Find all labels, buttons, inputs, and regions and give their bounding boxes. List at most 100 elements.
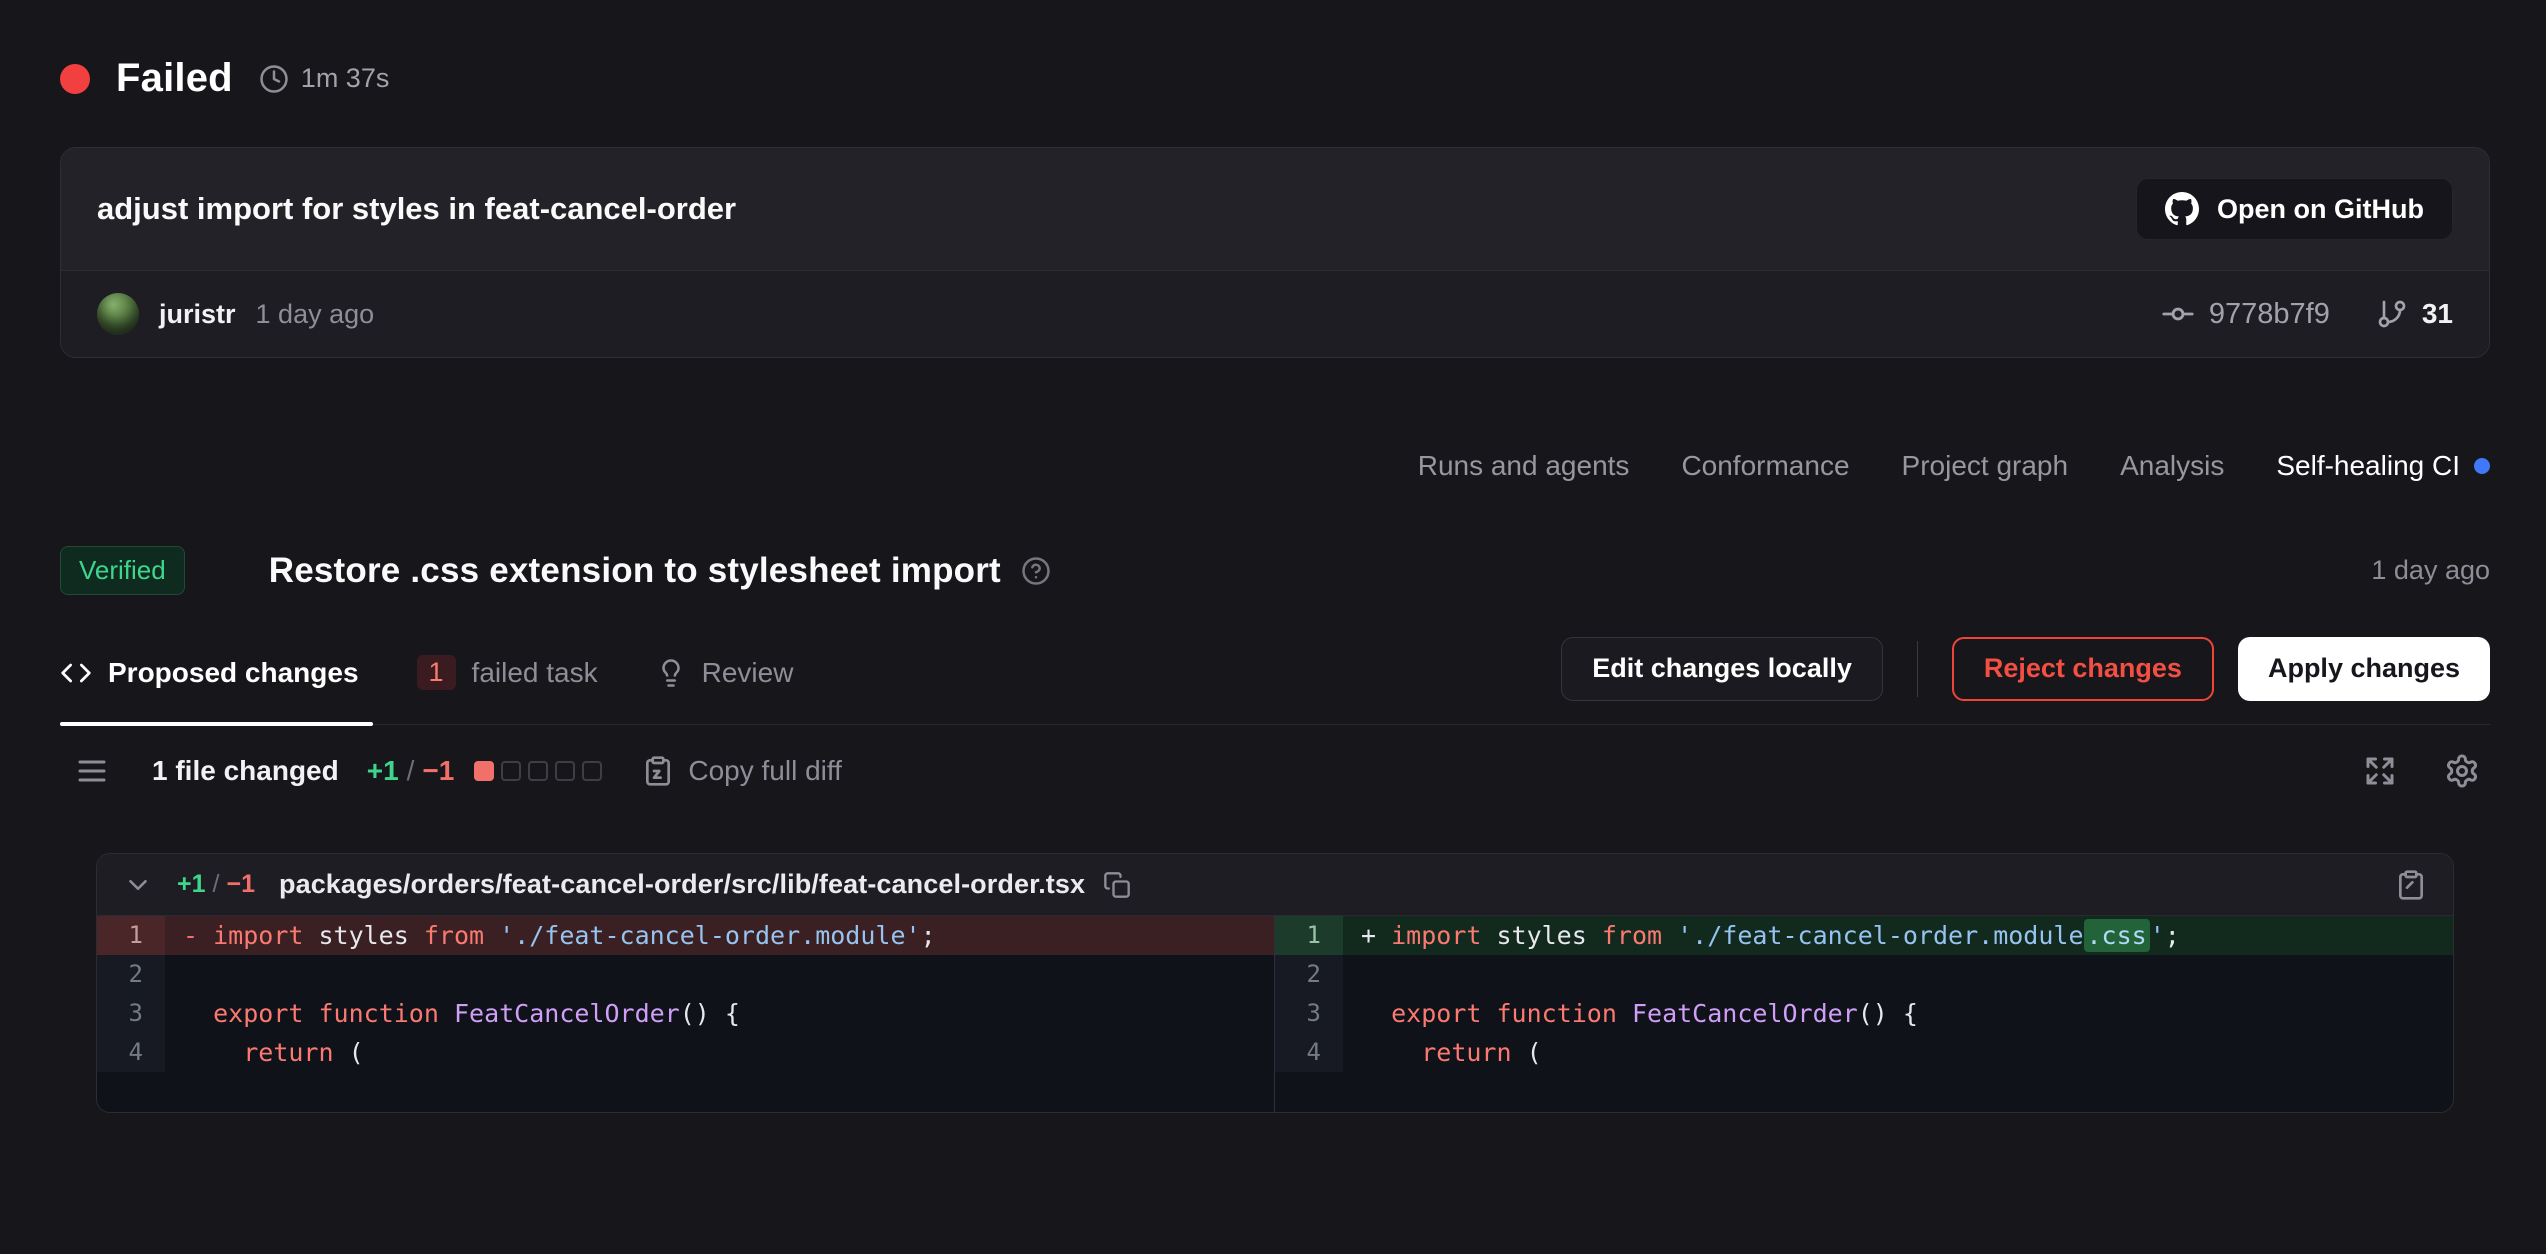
pipeline-status-label: Failed	[116, 56, 233, 101]
code-icon	[60, 657, 92, 689]
file-change-block	[582, 761, 602, 781]
commit-time-ago: 1 day ago	[256, 299, 375, 330]
tab-proposed-changes[interactable]: Proposed changes	[60, 621, 373, 724]
author-name: juristr	[159, 299, 236, 330]
file-additions: +1	[177, 870, 206, 899]
code-text: return (	[1343, 1033, 2453, 1072]
files-changed-label: 1 file changed	[152, 755, 339, 787]
diff-file-panel: +1 / −1 packages/orders/feat-cancel-orde…	[96, 853, 2454, 1113]
nav-item-self-healing-ci[interactable]: Self-healing CI	[2276, 450, 2490, 482]
commit-sha: 9778b7f9	[2209, 298, 2330, 331]
failed-task-count-badge: 1	[417, 655, 456, 690]
new-feature-dot	[2474, 458, 2490, 474]
diff-split-view: 1- import styles from './feat-cancel-ord…	[97, 916, 2453, 1112]
line-number: 4	[1275, 1033, 1343, 1072]
fix-header: Verified Restore .css extension to style…	[60, 546, 2490, 595]
copy-path-icon[interactable]	[1103, 871, 1131, 899]
fix-actions: Edit changes locally Reject changes Appl…	[1561, 637, 2490, 701]
file-change-block	[555, 761, 575, 781]
failed-status-dot	[60, 64, 90, 94]
line-number: 2	[97, 955, 165, 994]
code-text: export function FeatCancelOrder() {	[1343, 994, 2453, 1033]
nav-item-project-graph[interactable]: Project graph	[1902, 450, 2069, 482]
commit-card-meta: juristr 1 day ago 9778b7f9 31	[61, 270, 2489, 357]
line-number: 3	[1275, 994, 1343, 1033]
diff-line: 3 export function FeatCancelOrder() {	[97, 994, 1274, 1033]
stat-separator: /	[407, 755, 415, 787]
line-number: 3	[97, 994, 165, 1033]
tab-label: failed task	[472, 657, 598, 689]
code-text: + import styles from './feat-cancel-orde…	[1343, 916, 2453, 955]
fix-tabs-bar: Proposed changes 1 failed task Review Ed…	[60, 621, 2490, 725]
author-info: juristr 1 day ago	[97, 293, 374, 335]
chevron-down-icon[interactable]	[123, 870, 153, 900]
github-icon	[2165, 192, 2199, 226]
commit-title: adjust import for styles in feat-cancel-…	[97, 191, 736, 227]
fix-title: Restore .css extension to stylesheet imp…	[269, 551, 1001, 591]
tab-review[interactable]: Review	[656, 621, 808, 724]
code-text	[165, 955, 1274, 994]
fix-tabs: Proposed changes 1 failed task Review	[60, 621, 807, 724]
code-text: return (	[165, 1033, 1274, 1072]
avatar	[97, 293, 139, 335]
settings-gear-icon[interactable]	[2444, 753, 2480, 789]
diff-toolbar-right	[2362, 753, 2480, 789]
git-branch-icon	[2376, 298, 2408, 330]
commit-card-header: adjust import for styles in feat-cancel-…	[61, 148, 2489, 270]
diff-line: 1+ import styles from './feat-cancel-ord…	[1275, 916, 2453, 955]
commit-sha-ref[interactable]: 9778b7f9	[2161, 297, 2330, 331]
open-on-github-label: Open on GitHub	[2217, 194, 2424, 225]
help-icon[interactable]	[1021, 556, 1051, 586]
lightbulb-icon	[656, 658, 686, 688]
pipeline-status-row: Failed 1m 37s	[60, 56, 2490, 101]
file-change-block	[474, 761, 494, 781]
diff-line: 4 return (	[97, 1033, 1274, 1072]
workspace-nav: Runs and agents Conformance Project grap…	[60, 450, 2490, 482]
diff-line: 3 export function FeatCancelOrder() {	[1275, 994, 2453, 1033]
copy-full-diff-label: Copy full diff	[688, 755, 842, 787]
diff-line: 2	[1275, 955, 2453, 994]
verified-badge: Verified	[60, 546, 185, 595]
apply-changes-button[interactable]: Apply changes	[2238, 637, 2490, 701]
diff-toolbar: 1 file changed +1 / −1 Copy full diff	[60, 731, 2490, 811]
additions-count: +1	[367, 755, 399, 787]
nav-item-label: Self-healing CI	[2276, 450, 2460, 482]
pipeline-duration: 1m 37s	[301, 63, 390, 94]
branch-count: 31	[2422, 298, 2453, 330]
file-stat-separator: /	[213, 870, 220, 899]
code-text: export function FeatCancelOrder() {	[165, 994, 1274, 1033]
branch-count-ref[interactable]: 31	[2376, 298, 2453, 330]
diff-line: 4 return (	[1275, 1033, 2453, 1072]
open-on-github-button[interactable]: Open on GitHub	[2136, 178, 2453, 240]
clock-icon	[259, 64, 289, 94]
line-number: 1	[97, 916, 165, 955]
file-path: packages/orders/feat-cancel-order/src/li…	[279, 869, 1085, 900]
git-commit-icon	[2161, 297, 2195, 331]
reject-changes-button[interactable]: Reject changes	[1952, 637, 2214, 701]
copy-full-diff-button[interactable]: Copy full diff	[642, 755, 842, 787]
deletions-count: −1	[422, 755, 454, 787]
tab-failed-task[interactable]: 1 failed task	[417, 621, 612, 724]
file-change-block	[501, 761, 521, 781]
line-number: 2	[1275, 955, 1343, 994]
main-content: Failed 1m 37s adjust import for styles i…	[0, 56, 2546, 1113]
edit-changes-locally-button[interactable]: Edit changes locally	[1561, 637, 1883, 701]
diff-pane-after: 1+ import styles from './feat-cancel-ord…	[1275, 916, 2453, 1112]
nav-item-analysis[interactable]: Analysis	[2120, 450, 2224, 482]
tab-label: Proposed changes	[108, 657, 359, 689]
fix-time-ago: 1 day ago	[2371, 555, 2490, 586]
code-text: - import styles from './feat-cancel-orde…	[165, 916, 1274, 955]
diff-file-header: +1 / −1 packages/orders/feat-cancel-orde…	[97, 854, 2453, 916]
line-number: 4	[97, 1033, 165, 1072]
file-list-menu-icon[interactable]	[74, 753, 110, 789]
copy-file-diff-icon[interactable]	[2395, 869, 2427, 901]
nav-item-runs-and-agents[interactable]: Runs and agents	[1418, 450, 1630, 482]
file-change-block	[528, 761, 548, 781]
clipboard-icon	[642, 755, 674, 787]
code-text	[1343, 955, 2453, 994]
expand-fullscreen-icon[interactable]	[2362, 753, 2398, 789]
commit-card: adjust import for styles in feat-cancel-…	[60, 147, 2490, 358]
nav-item-conformance[interactable]: Conformance	[1681, 450, 1849, 482]
diff-pane-before: 1- import styles from './feat-cancel-ord…	[97, 916, 1275, 1112]
diff-line: 1- import styles from './feat-cancel-ord…	[97, 916, 1274, 955]
